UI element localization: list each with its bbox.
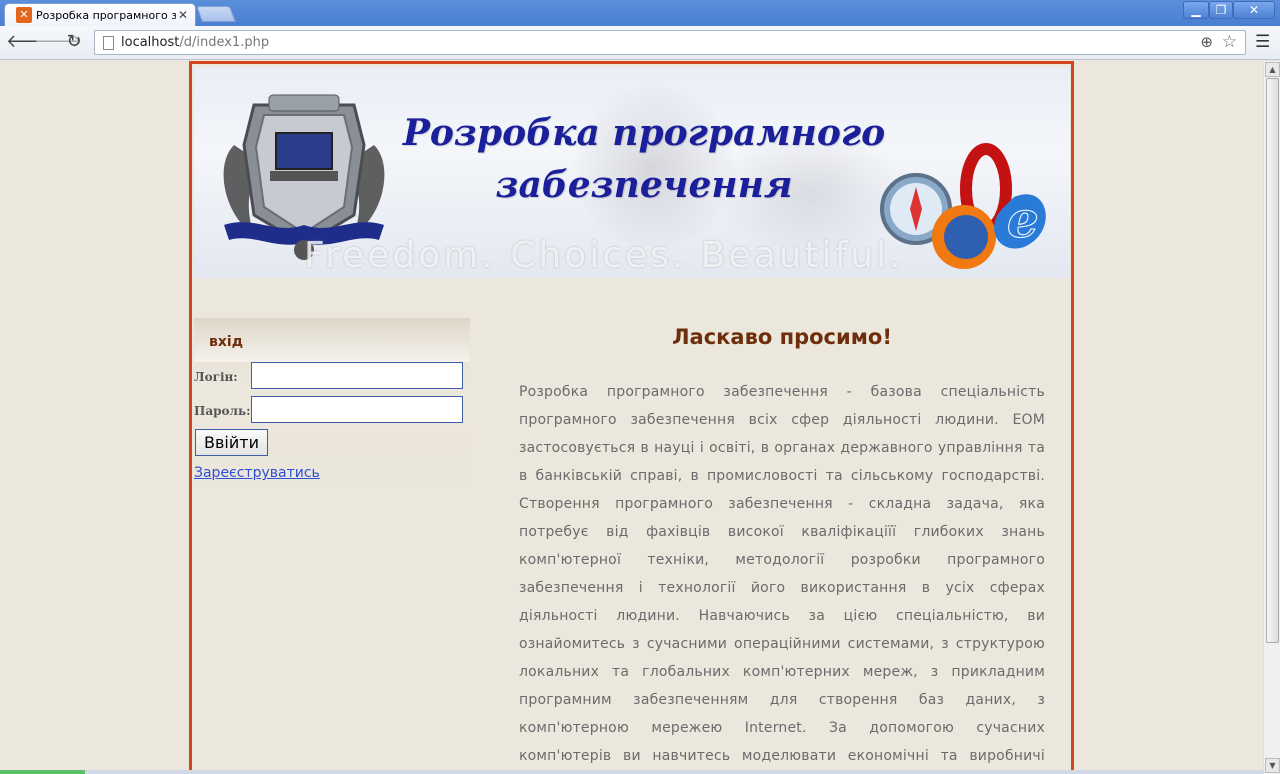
tab-title: Розробка програмного забе	[36, 8, 176, 22]
login-panel: вхід Логін: Пароль: Ввійти	[194, 318, 470, 484]
header-banner: Розробка програмного забезпечення Freedo…	[194, 67, 1070, 278]
banner-title: Розробка програмного забезпечення	[384, 107, 904, 211]
tab-close-icon[interactable]: ✕	[178, 8, 188, 22]
password-label: Пароль:	[194, 404, 251, 418]
status-strip	[0, 770, 1263, 774]
login-input[interactable]	[251, 362, 463, 389]
scroll-down-icon[interactable]: ▼	[1265, 758, 1280, 773]
login-label: Логін:	[194, 370, 238, 384]
login-submit-button[interactable]: Ввійти	[195, 429, 268, 456]
window-restore-button[interactable]: ❐	[1209, 1, 1233, 19]
scroll-up-icon[interactable]: ▲	[1265, 62, 1280, 77]
welcome-heading: Ласкаво просимо!	[672, 325, 892, 349]
forward-arrow-icon[interactable]: 🡒	[34, 32, 82, 52]
address-bar[interactable]: localhost/d/index1.php ⊕ ☆	[94, 30, 1246, 55]
xampp-favicon-icon: ✕	[16, 7, 32, 23]
password-input[interactable]	[251, 396, 463, 423]
page-container: Розробка програмного забезпечення Freedo…	[189, 61, 1074, 774]
browser-logos-icon: e	[880, 143, 1046, 269]
svg-text:e: e	[1007, 190, 1039, 249]
window-minimize-button[interactable]: ▁	[1183, 1, 1209, 19]
login-heading: вхід	[209, 334, 243, 350]
browser-menu-icon[interactable]: ☰	[1255, 32, 1270, 52]
page-icon	[103, 36, 114, 50]
window-close-button[interactable]: ✕	[1233, 1, 1275, 19]
zoom-icon[interactable]: ⊕	[1200, 33, 1213, 51]
reload-icon[interactable]: ↻	[63, 32, 85, 52]
browser-titlebar: ✕ Розробка програмного забе ✕ ▁ ❐ ✕	[0, 0, 1280, 26]
banner-title-line2: забезпечення	[495, 164, 793, 206]
browser-toolbar: 🡐 🡒 ↻ localhost/d/index1.php ⊕ ☆ ☰	[0, 26, 1280, 60]
new-tab-button[interactable]	[196, 6, 236, 22]
article-text: Розробка програмного забезпечення - базо…	[519, 384, 1045, 764]
browser-tab[interactable]: ✕ Розробка програмного забе ✕	[4, 3, 196, 26]
banner-title-line1: Розробка програмного	[402, 112, 886, 154]
status-strip-indicator	[0, 770, 85, 774]
url-path: /d/index1.php	[179, 35, 270, 50]
url-host: localhost	[121, 35, 180, 50]
bookmark-star-icon[interactable]: ☆	[1222, 32, 1237, 52]
page-viewport: Розробка програмного забезпечення Freedo…	[0, 61, 1263, 774]
page-scrollbar[interactable]: ▲ ▼	[1263, 61, 1280, 774]
register-link[interactable]: Зареєструватись	[194, 465, 320, 481]
banner-tagline: Freedom. Choices. Beautiful.	[304, 235, 904, 276]
url-text[interactable]: localhost/d/index1.php	[121, 35, 269, 50]
scrollbar-thumb[interactable]	[1266, 78, 1279, 643]
back-arrow-icon[interactable]: 🡐	[6, 32, 54, 52]
